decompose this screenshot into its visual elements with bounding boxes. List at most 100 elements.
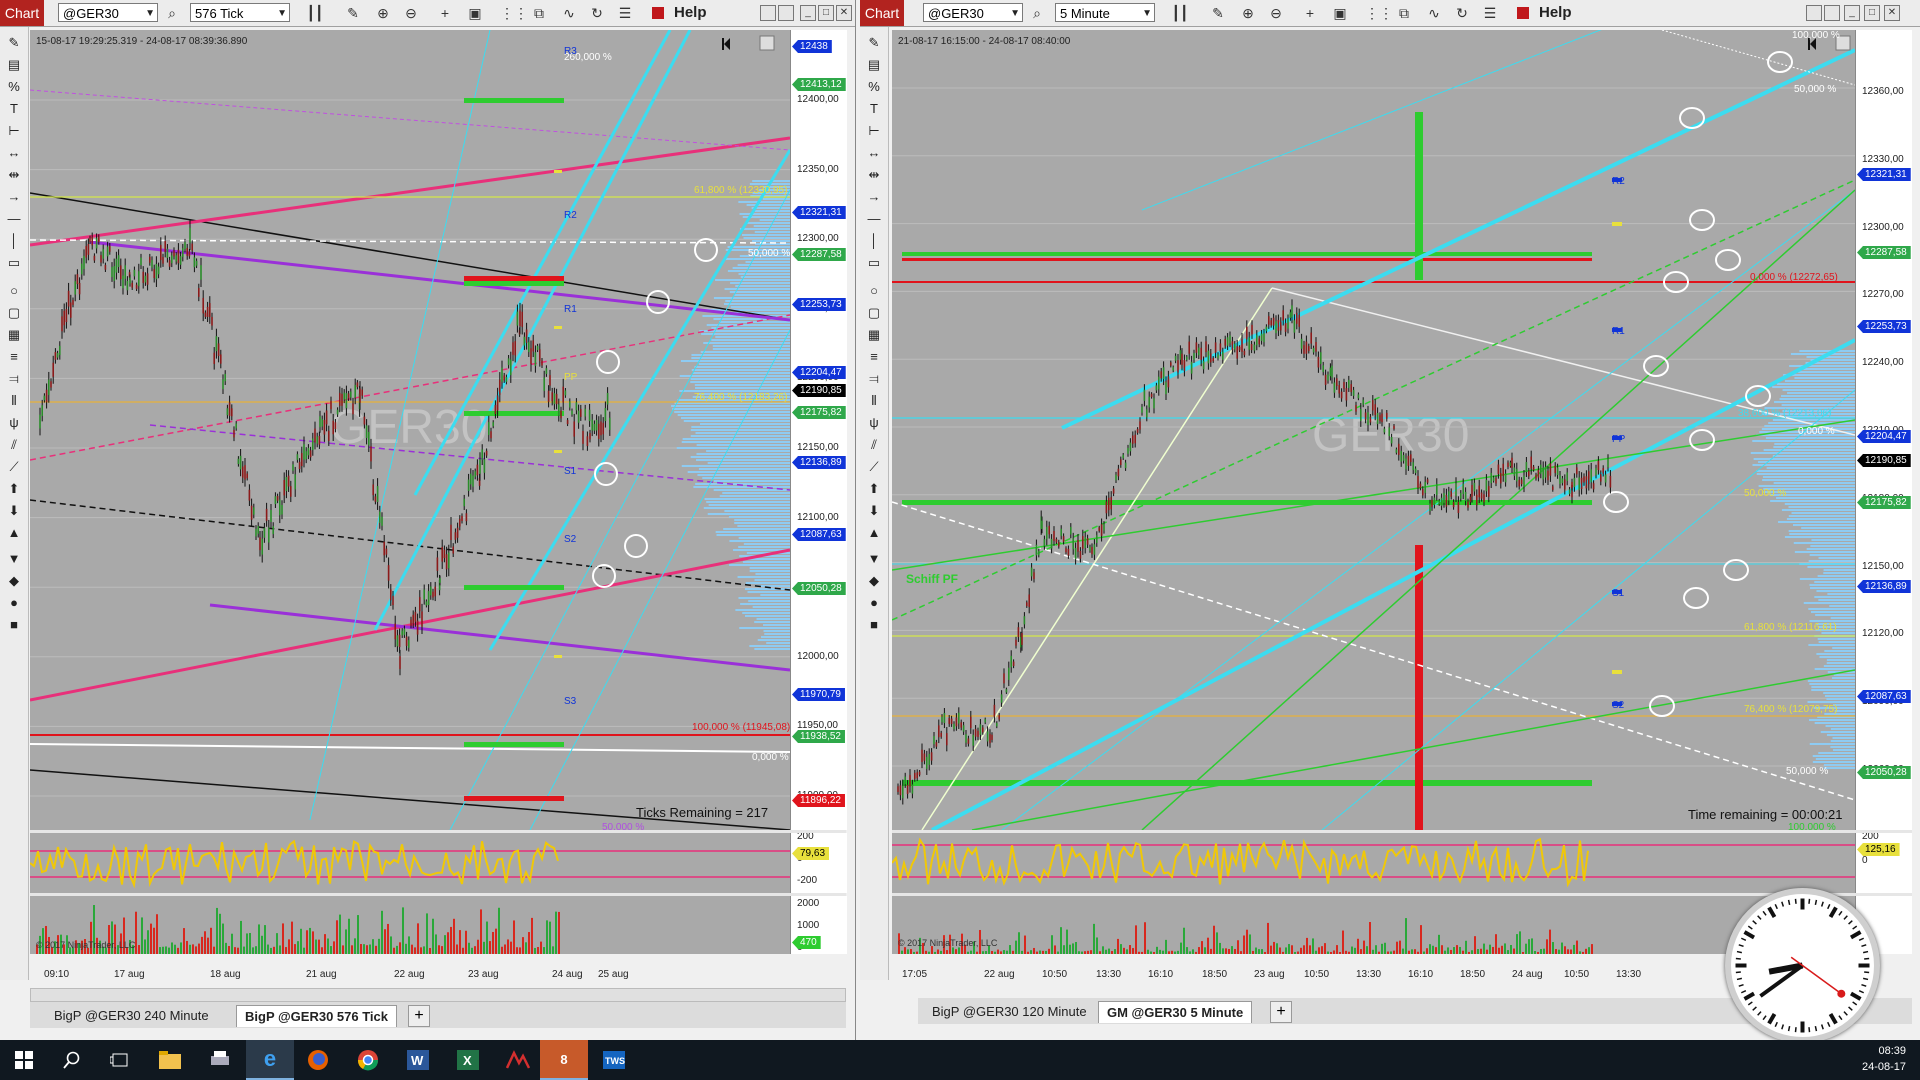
- dot-icon[interactable]: ●: [6, 595, 22, 611]
- maximize-button[interactable]: □: [1864, 5, 1880, 21]
- pencil-icon[interactable]: ✎: [866, 35, 882, 51]
- minimize-button[interactable]: _: [1844, 5, 1860, 21]
- fib-time-icon[interactable]: ⦀: [6, 393, 22, 409]
- tab-120-minute[interactable]: BigP @GER30 120 Minute: [924, 1001, 1095, 1022]
- regression-icon[interactable]: ⟋: [866, 459, 882, 475]
- ray-icon[interactable]: ↔: [866, 145, 882, 161]
- bar-type-icon[interactable]: ┃┃: [1171, 4, 1189, 22]
- time-axis[interactable]: 09:10 17 aug 18 aug 21 aug 22 aug 23 aug 24 au…: [30, 966, 790, 986]
- close-button[interactable]: ✕: [1884, 5, 1900, 21]
- oscillator-panel[interactable]: [892, 833, 1855, 893]
- arrow-line-icon[interactable]: →: [866, 189, 882, 205]
- tws-button[interactable]: TWS: [590, 1040, 638, 1080]
- search-icon[interactable]: ⌕: [1028, 4, 1046, 22]
- instrument-selector[interactable]: @GER30 ▼: [58, 3, 158, 22]
- extended-line-icon[interactable]: ⇹: [866, 167, 882, 183]
- zoom-out-icon[interactable]: ⊖: [1267, 4, 1285, 22]
- window-option-button[interactable]: [1806, 5, 1822, 21]
- rectangle-icon[interactable]: ▭: [6, 255, 22, 271]
- volume-panel[interactable]: © 2017 NinjaTrader, LLC: [30, 896, 790, 954]
- search-button[interactable]: [48, 1040, 96, 1080]
- risk-reward-icon[interactable]: %: [866, 79, 882, 95]
- ruler-icon[interactable]: ▤: [866, 57, 882, 73]
- list-icon[interactable]: ☰: [1481, 4, 1499, 22]
- strategy-icon[interactable]: ⧉: [530, 4, 548, 22]
- crosshair-icon[interactable]: +: [1301, 4, 1319, 22]
- oscillator-axis[interactable]: 2000-20079,63: [790, 833, 847, 893]
- file-explorer-button[interactable]: [146, 1040, 194, 1080]
- extended-line-icon[interactable]: ⇹: [6, 167, 22, 183]
- andrews-pitchfork-icon[interactable]: ψ: [6, 415, 22, 431]
- ray-icon[interactable]: ↔: [6, 145, 22, 161]
- word-button[interactable]: W: [394, 1040, 442, 1080]
- fib-time-icon[interactable]: ⦀: [866, 393, 882, 409]
- triangle-down-icon[interactable]: ▼: [866, 551, 882, 567]
- arrow-line-icon[interactable]: →: [6, 189, 22, 205]
- ellipse-icon[interactable]: ○: [866, 283, 882, 299]
- maximize-button[interactable]: □: [818, 5, 834, 21]
- add-tab-button[interactable]: +: [408, 1005, 430, 1027]
- taskbar-time[interactable]: 08:39: [1878, 1045, 1906, 1057]
- arrow-up-icon[interactable]: ⬆: [6, 481, 22, 497]
- triangle-up-icon[interactable]: ▲: [866, 525, 882, 541]
- andrews-pitchfork-icon[interactable]: ψ: [866, 415, 882, 431]
- zoom-out-icon[interactable]: ⊖: [402, 4, 420, 22]
- fibonacci-icon[interactable]: ≡: [6, 349, 22, 365]
- ninjatrader-button[interactable]: [494, 1040, 542, 1080]
- time-axis[interactable]: 17:05 22 aug 10:50 13:30 16:10 18:50 23 aug 10:…: [892, 966, 1855, 986]
- grid-icon[interactable]: ⋮⋮: [500, 4, 528, 22]
- list-icon[interactable]: ☰: [616, 4, 634, 22]
- start-button[interactable]: [0, 1040, 48, 1080]
- line-icon[interactable]: ⊢: [6, 123, 22, 139]
- vertical-line-icon[interactable]: │: [866, 233, 882, 249]
- oscillator-axis[interactable]: 200 0 125,16: [1855, 833, 1912, 893]
- regression-icon[interactable]: ⟋: [6, 459, 22, 475]
- excel-button[interactable]: X: [444, 1040, 492, 1080]
- close-button[interactable]: ✕: [836, 5, 852, 21]
- firefox-button[interactable]: [294, 1040, 342, 1080]
- volume-panel[interactable]: © 2017 NinjaTrader, LLC: [892, 896, 1855, 954]
- search-icon[interactable]: ⌕: [163, 4, 181, 22]
- tab-240-minute[interactable]: BigP @GER30 240 Minute: [46, 1005, 217, 1026]
- window-option-button-2[interactable]: [778, 5, 794, 21]
- horizontal-line-icon[interactable]: —: [866, 211, 882, 227]
- gann-fan-icon[interactable]: ⫽: [866, 437, 882, 453]
- edge-button[interactable]: e: [246, 1040, 294, 1080]
- notification-app-button[interactable]: 8: [540, 1040, 588, 1080]
- text-icon[interactable]: T: [6, 101, 22, 117]
- minimize-button[interactable]: _: [800, 5, 816, 21]
- reload-icon[interactable]: ↻: [1453, 4, 1471, 22]
- chrome-button[interactable]: [344, 1040, 392, 1080]
- arrow-down-icon[interactable]: ⬇: [6, 503, 22, 519]
- strategy-icon[interactable]: ⧉: [1395, 4, 1413, 22]
- chart-menu[interactable]: Chart: [0, 0, 44, 26]
- zoom-in-icon[interactable]: ⊕: [1239, 4, 1257, 22]
- square-icon[interactable]: ■: [866, 617, 882, 633]
- ellipse-icon[interactable]: ○: [6, 283, 22, 299]
- bar-type-icon[interactable]: ┃┃: [306, 4, 324, 22]
- interval-selector[interactable]: 5 Minute ▼: [1055, 3, 1155, 22]
- square-icon[interactable]: ■: [6, 617, 22, 633]
- text-icon[interactable]: T: [866, 101, 882, 117]
- risk-reward-icon[interactable]: %: [6, 79, 22, 95]
- properties-icon[interactable]: ▣: [1331, 4, 1349, 22]
- line-icon[interactable]: ⊢: [866, 123, 882, 139]
- grid-icon[interactable]: ⋮⋮: [1365, 4, 1393, 22]
- tab-576-tick[interactable]: BigP @GER30 576 Tick: [236, 1005, 397, 1027]
- oscillator-panel[interactable]: [30, 833, 790, 893]
- ruler-icon[interactable]: ▤: [6, 57, 22, 73]
- arrow-up-icon[interactable]: ⬆: [866, 481, 882, 497]
- fib-extension-icon[interactable]: ⫤: [6, 371, 22, 387]
- arrow-down-icon[interactable]: ⬇: [866, 503, 882, 519]
- indicator-icon[interactable]: ∿: [560, 4, 578, 22]
- task-view-button[interactable]: [96, 1040, 144, 1080]
- pencil-icon[interactable]: ✎: [344, 4, 362, 22]
- pencil-icon[interactable]: ✎: [1209, 4, 1227, 22]
- triangle-icon[interactable]: ▦: [866, 327, 882, 343]
- reload-icon[interactable]: ↻: [588, 4, 606, 22]
- properties-icon[interactable]: ▣: [466, 4, 484, 22]
- dot-icon[interactable]: ●: [866, 595, 882, 611]
- window-option-button-2[interactable]: [1824, 5, 1840, 21]
- horizontal-scrollbar[interactable]: [30, 988, 846, 1002]
- horizontal-line-icon[interactable]: —: [6, 211, 22, 227]
